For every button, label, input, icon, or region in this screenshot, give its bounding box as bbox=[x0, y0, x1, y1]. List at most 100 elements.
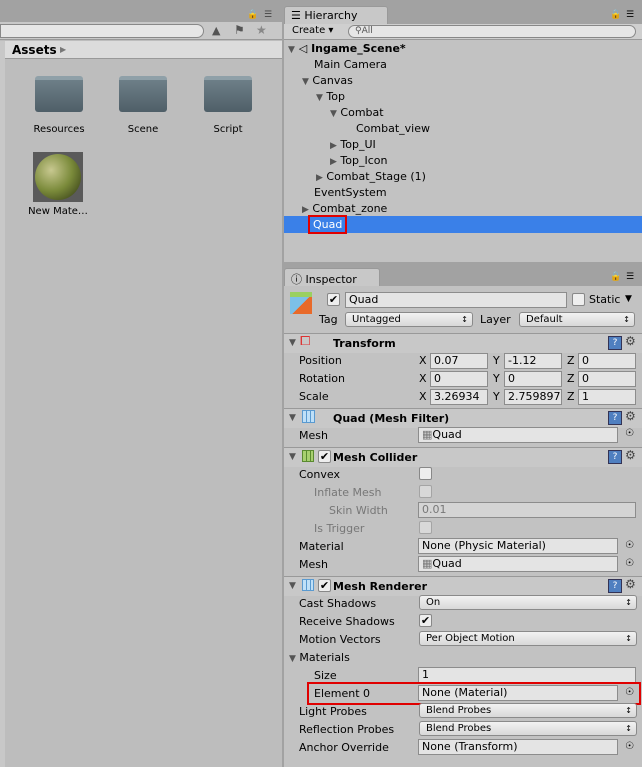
reflection-probes-dropdown[interactable]: Blend Probes bbox=[419, 721, 637, 736]
hierarchy-item[interactable]: ▼ Canvas bbox=[302, 74, 353, 87]
collapse-arrow-icon[interactable]: ▼ bbox=[289, 413, 296, 423]
hierarchy-search-input[interactable]: ⚲All bbox=[348, 25, 636, 38]
object-picker-icon[interactable]: ☉ bbox=[625, 741, 634, 752]
static-label: Static bbox=[589, 293, 621, 306]
hierarchy-item[interactable]: ▶ Top_UI bbox=[330, 138, 376, 151]
scale-z-input[interactable]: 1 bbox=[578, 389, 636, 405]
asset-resources[interactable]: Resources bbox=[28, 76, 90, 140]
collider-mesh-field[interactable]: ▦Quad bbox=[418, 556, 618, 572]
help-icon[interactable]: ? bbox=[608, 579, 622, 593]
gear-icon[interactable]: ⚙ bbox=[625, 334, 636, 348]
hierarchy-item[interactable]: ▼ Top bbox=[316, 90, 345, 103]
mesh-collider-enabled-checkbox[interactable]: ✔ bbox=[318, 450, 331, 463]
receive-shadows-checkbox[interactable]: ✔ bbox=[419, 614, 432, 627]
layer-label: Layer bbox=[480, 313, 511, 326]
hierarchy-lock-icon[interactable]: 🔒 bbox=[610, 10, 621, 20]
static-dropdown-icon[interactable]: ▼ bbox=[625, 294, 632, 304]
help-icon[interactable]: ? bbox=[608, 411, 622, 425]
filter-by-label-icon[interactable]: ⚑ bbox=[234, 23, 245, 37]
scene-row[interactable]: ▼ ◁ Ingame_Scene* bbox=[288, 42, 406, 55]
position-z-input[interactable]: 0 bbox=[578, 353, 636, 369]
convex-label: Convex bbox=[299, 468, 340, 481]
inspector-menu-icon[interactable]: ☰ bbox=[626, 272, 634, 282]
gear-icon[interactable]: ⚙ bbox=[625, 448, 636, 462]
position-label: Position bbox=[299, 354, 342, 367]
mesh-renderer-enabled-checkbox[interactable]: ✔ bbox=[318, 579, 331, 592]
object-name-input[interactable]: Quad bbox=[345, 292, 567, 308]
hierarchy-menu-icon[interactable]: ☰ bbox=[626, 10, 634, 20]
physic-material-label: Material bbox=[299, 540, 344, 553]
collapse-arrow-icon[interactable]: ▼ bbox=[289, 581, 296, 591]
reflection-probes-label: Reflection Probes bbox=[299, 723, 395, 736]
hierarchy-tab[interactable]: ☰ Hierarchy bbox=[284, 6, 388, 24]
create-button[interactable]: Create ▾ bbox=[292, 25, 333, 36]
light-probes-dropdown[interactable]: Blend Probes bbox=[419, 703, 637, 718]
is-trigger-label: Is Trigger bbox=[314, 522, 365, 535]
rotation-y-input[interactable]: 0 bbox=[504, 371, 562, 387]
convex-checkbox[interactable] bbox=[419, 467, 432, 480]
project-search-input[interactable] bbox=[0, 24, 204, 38]
tag-label: Tag bbox=[319, 313, 338, 326]
hierarchy-item[interactable]: ▶ Top_Icon bbox=[330, 154, 387, 167]
layer-dropdown[interactable]: Default bbox=[519, 312, 635, 327]
collapsed-arrow-icon: ▶ bbox=[302, 205, 309, 215]
mesh-icon: ▦ bbox=[422, 428, 433, 441]
asset-script[interactable]: Script bbox=[197, 76, 259, 140]
breadcrumb[interactable]: Assets bbox=[12, 43, 57, 57]
static-checkbox[interactable] bbox=[572, 293, 585, 306]
physic-material-field[interactable]: None (Physic Material) bbox=[418, 538, 618, 554]
hierarchy-item-quad[interactable]: Quad bbox=[307, 215, 348, 234]
hierarchy-item[interactable]: ▶ Combat_Stage (1) bbox=[316, 170, 426, 183]
project-menu-icon[interactable]: ☰ bbox=[264, 10, 272, 20]
scale-x-input[interactable]: 3.26934 bbox=[430, 389, 488, 405]
collider-mesh-label: Mesh bbox=[299, 558, 328, 571]
axis-z-label: Z bbox=[567, 354, 575, 367]
cast-shadows-dropdown[interactable]: On bbox=[419, 595, 637, 610]
mesh-object-field[interactable]: ▦Quad bbox=[418, 427, 618, 443]
asset-scene[interactable]: Scene bbox=[112, 76, 174, 140]
object-picker-icon[interactable]: ☉ bbox=[625, 558, 634, 569]
gear-icon[interactable]: ⚙ bbox=[625, 577, 636, 591]
collapse-arrow-icon[interactable]: ▼ bbox=[289, 452, 296, 462]
scale-y-input[interactable]: 2.759897 bbox=[504, 389, 562, 405]
filter-by-type-icon[interactable]: ▲ bbox=[212, 24, 220, 37]
info-icon: ⓘ bbox=[291, 273, 306, 286]
rotation-z-input[interactable]: 0 bbox=[578, 371, 636, 387]
lock-icon[interactable]: 🔒 bbox=[247, 10, 258, 20]
position-y-input[interactable]: -1.12 bbox=[504, 353, 562, 369]
search-placeholder: All bbox=[361, 26, 373, 36]
asset-new-material[interactable]: New Mate… bbox=[26, 152, 90, 222]
collapse-arrow-icon[interactable]: ▼ bbox=[289, 338, 296, 348]
inspector-lock-icon[interactable]: 🔒 bbox=[610, 272, 621, 282]
skin-width-input: 0.01 bbox=[418, 502, 636, 518]
element-0-material-field[interactable]: None (Material) bbox=[418, 685, 618, 701]
position-x-input[interactable]: 0.07 bbox=[430, 353, 488, 369]
gear-icon[interactable]: ⚙ bbox=[625, 409, 636, 423]
active-checkbox[interactable]: ✔ bbox=[327, 293, 340, 306]
materials-size-input[interactable]: 1 bbox=[418, 667, 636, 683]
anchor-override-field[interactable]: None (Transform) bbox=[418, 739, 618, 755]
motion-vectors-dropdown[interactable]: Per Object Motion bbox=[419, 631, 637, 646]
component-title: Mesh Collider bbox=[333, 451, 418, 464]
hierarchy-item[interactable]: Combat_view bbox=[356, 122, 430, 135]
materials-label[interactable]: ▼ Materials bbox=[289, 651, 350, 664]
object-picker-icon[interactable]: ☉ bbox=[625, 540, 634, 551]
help-icon[interactable]: ? bbox=[608, 450, 622, 464]
inspector-tab[interactable]: ⓘ Inspector bbox=[284, 268, 380, 286]
favorite-star-icon[interactable]: ★ bbox=[256, 23, 267, 37]
expand-arrow-icon: ▼ bbox=[330, 109, 337, 119]
axis-z-label: Z bbox=[567, 390, 575, 403]
hierarchy-item[interactable]: ▼ Combat bbox=[330, 106, 384, 119]
tag-dropdown[interactable]: Untagged bbox=[345, 312, 473, 327]
breadcrumb-arrow-icon: ▶ bbox=[60, 45, 67, 54]
rotation-x-input[interactable]: 0 bbox=[430, 371, 488, 387]
hierarchy-item[interactable]: EventSystem bbox=[314, 186, 387, 199]
folder-icon bbox=[204, 76, 252, 112]
asset-label: New Mate… bbox=[28, 206, 88, 217]
collapsed-arrow-icon: ▶ bbox=[330, 141, 337, 151]
hierarchy-item[interactable]: ▶ Combat_zone bbox=[302, 202, 387, 215]
help-icon[interactable]: ? bbox=[608, 336, 622, 350]
object-picker-icon[interactable]: ☉ bbox=[625, 428, 634, 439]
object-picker-icon[interactable]: ☉ bbox=[625, 687, 634, 698]
hierarchy-item[interactable]: Main Camera bbox=[314, 58, 387, 71]
